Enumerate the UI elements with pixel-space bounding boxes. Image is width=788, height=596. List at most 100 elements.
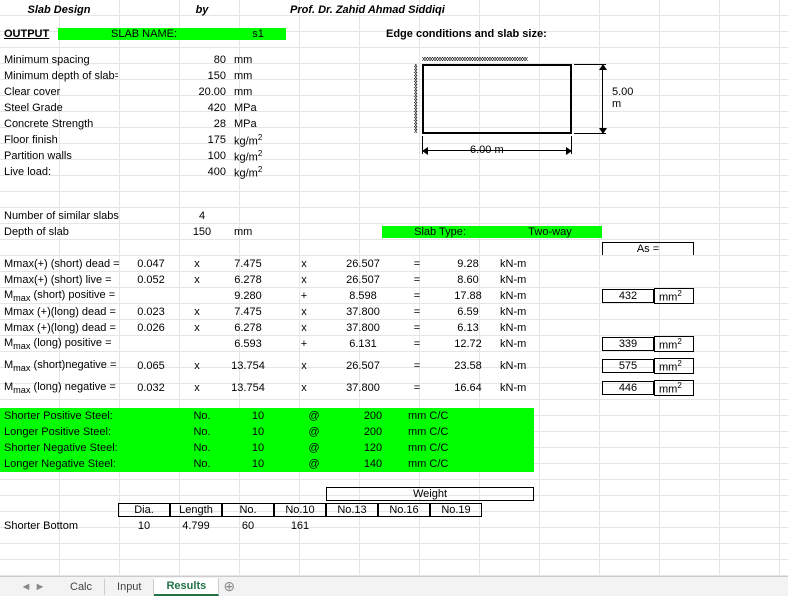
moment-cell: 9.280 <box>220 290 276 302</box>
moment-row: Mmax (+)(long) dead =0.023x7.475x37.800=… <box>0 304 788 320</box>
tab-nav-next-icon[interactable]: ► <box>34 581 46 593</box>
moment-cell: kN-m <box>496 338 542 350</box>
steel-row: Shorter Negative Steel:No.10@120mm C/C <box>0 440 534 456</box>
tab-input[interactable]: Input <box>105 579 154 595</box>
param-value: 400 <box>174 166 230 178</box>
moment-cell: = <box>394 382 440 394</box>
tab-nav: ◄ ► <box>20 581 46 593</box>
steel-row: Longer Negative Steel:No.10@140mm C/C <box>0 456 534 472</box>
tab-results[interactable]: Results <box>154 578 219 596</box>
param-value: 20.00 <box>174 86 230 98</box>
param-row: Minimum depth of slab= 150 mm <box>0 68 788 84</box>
moment-cell: x <box>276 306 332 318</box>
weight-header-row: Weight <box>0 486 788 502</box>
steel-cell: @ <box>286 458 342 470</box>
param-value: 420 <box>174 102 230 114</box>
wt-cell: 4.799 <box>170 520 222 532</box>
weight-data-row: Shorter Bottom 10 4.799 60 161 <box>0 518 788 534</box>
param-label: Floor finish <box>0 134 118 146</box>
wt-col: Length <box>170 503 222 517</box>
moment-row: Mmax (long) negative =0.032x13.754x37.80… <box>0 380 788 396</box>
moment-cell: 6.593 <box>220 338 276 350</box>
moment-cell: x <box>276 322 332 334</box>
param-value: 175 <box>174 134 230 146</box>
wt-col: No.19 <box>430 503 482 517</box>
param-label: Concrete Strength <box>0 118 118 130</box>
moment-cell: 12.72 <box>440 338 496 350</box>
steel-row: Longer Positive Steel:No.10@200mm C/C <box>0 424 534 440</box>
moment-cell: 26.507 <box>332 274 394 286</box>
param-row: Floor finish 175 kg/m2 <box>0 132 788 148</box>
moment-cell: kN-m <box>496 360 542 372</box>
moment-cell: kN-m <box>496 290 542 302</box>
moment-cell: 37.800 <box>332 322 394 334</box>
moment-cell: 6.278 <box>220 322 276 334</box>
moment-cell: x <box>174 258 220 270</box>
param-label: Steel Grade <box>0 102 118 114</box>
moment-cell: 7.475 <box>220 258 276 270</box>
param-unit: MPa <box>230 118 286 130</box>
param-label: Clear cover <box>0 86 118 98</box>
moment-cell: 13.754 <box>220 382 276 394</box>
moment-cell: = <box>394 360 440 372</box>
wt-col: No.13 <box>326 503 378 517</box>
dim-right-arrow <box>602 64 603 134</box>
moment-cell: 8.598 <box>332 290 394 302</box>
moment-cell: kN-m <box>496 306 542 318</box>
param-value: 80 <box>174 54 230 66</box>
dim-label-width: 6.00 m <box>470 144 504 156</box>
param-value: 100 <box>174 150 230 162</box>
tab-nav-prev-icon[interactable]: ◄ <box>20 581 32 593</box>
moment-label: Mmax(+) (short) live = <box>0 274 128 286</box>
steel-cell: @ <box>286 442 342 454</box>
output-row: OUTPUT SLAB NAME: s1 Edge conditions and… <box>0 26 788 42</box>
moment-cell: + <box>276 338 332 350</box>
sheet-tab-bar: ◄ ► Calc Input Results ⊕ <box>0 576 788 596</box>
steel-cell: mm C/C <box>404 442 484 454</box>
moment-cell: 0.047 <box>128 258 174 270</box>
wt-row-label: Shorter Bottom <box>0 520 118 532</box>
param-row: Live load: 400 kg/m2 <box>0 164 788 180</box>
moment-cell: x <box>276 382 332 394</box>
param-unit: mm <box>230 86 286 98</box>
moment-label: Mmax (long) positive = <box>0 337 128 351</box>
as-unit: mm2 <box>654 358 694 375</box>
steel-cell: Shorter Negative Steel: <box>0 442 174 454</box>
param-label: Minimum depth of slab= <box>0 70 118 82</box>
depth-unit: mm <box>230 226 286 238</box>
moment-row: Mmax (long) positive =6.593+6.131=12.72k… <box>0 336 788 352</box>
moment-cell: x <box>174 382 220 394</box>
moment-label: Mmax (+)(long) dead = <box>0 322 128 334</box>
moment-cell: = <box>394 306 440 318</box>
moment-cell: 26.507 <box>332 360 394 372</box>
tab-add-icon[interactable]: ⊕ <box>219 578 239 595</box>
slab-name-label: SLAB NAME: <box>58 28 230 40</box>
as-unit: mm2 <box>654 288 694 305</box>
steel-cell: No. <box>174 442 230 454</box>
header-by: by <box>174 4 230 16</box>
moment-cell: 9.28 <box>440 258 496 270</box>
moment-row: Mmax(+) (short) live =0.052x6.278x26.507… <box>0 272 788 288</box>
moment-cell: = <box>394 338 440 350</box>
moment-cell: kN-m <box>496 382 542 394</box>
steel-cell: @ <box>286 410 342 422</box>
moment-label: Mmax(+) (short) dead = <box>0 258 128 270</box>
steel-cell: @ <box>286 426 342 438</box>
as-label: As = <box>602 242 694 255</box>
moment-cell: 23.58 <box>440 360 496 372</box>
slab-diagram: xxxxxxxxxxxxxxxxxxxxxxxxxxxxxxxxxxxxxxxx… <box>412 58 624 156</box>
moment-label: Mmax (short)negative = <box>0 359 128 373</box>
param-unit: MPa <box>230 102 286 114</box>
depth-value: 150 <box>174 226 230 238</box>
moment-cell: 0.023 <box>128 306 174 318</box>
param-value: 150 <box>174 70 230 82</box>
moment-cell: 26.507 <box>332 258 394 270</box>
steel-cell: 10 <box>230 426 286 438</box>
tab-calc[interactable]: Calc <box>58 579 105 595</box>
dim-label-height: 5.00m <box>612 86 633 110</box>
moment-cell: x <box>276 274 332 286</box>
similar-slabs-value: 4 <box>174 210 230 222</box>
as-value: 446 <box>602 381 654 395</box>
slab-name-value[interactable]: s1 <box>230 28 286 40</box>
steel-cell: 10 <box>230 410 286 422</box>
